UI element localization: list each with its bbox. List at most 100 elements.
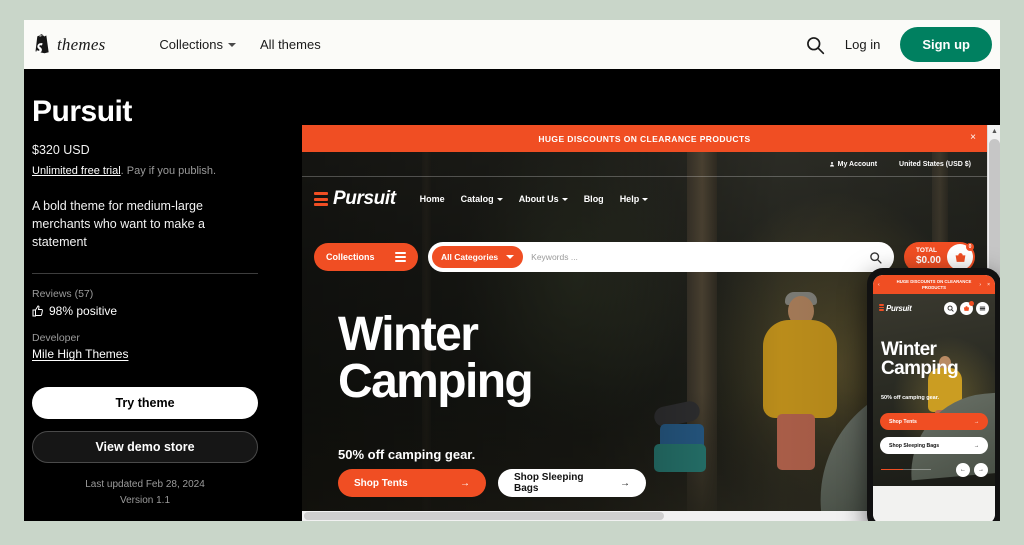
mobile-shop-tents-button[interactable]: Shop Tents →: [880, 413, 988, 430]
mobile-announcement-text: HUGE DISCOUNTS ON CLEARANCE PRODUCTS: [896, 278, 972, 290]
chevron-down-icon: [642, 197, 649, 201]
category-select[interactable]: All Categories: [432, 246, 524, 268]
search-icon[interactable]: [869, 251, 882, 264]
scroll-up-arrow-icon[interactable]: ▲: [988, 125, 1000, 138]
developer-name[interactable]: Mile High Themes: [32, 347, 270, 361]
view-demo-store-button[interactable]: View demo store: [32, 431, 258, 464]
nav-item-collections[interactable]: Collections: [159, 37, 237, 52]
arrow-right-icon: →: [460, 477, 470, 489]
store-nav-blog[interactable]: Blog: [584, 194, 604, 204]
try-theme-button[interactable]: Try theme: [32, 387, 258, 420]
shop-sleeping-bags-button[interactable]: Shop Sleeping Bags →: [498, 469, 646, 497]
trial-note: Unlimited free trial. Pay if you publish…: [32, 165, 270, 177]
search-icon[interactable]: [944, 301, 957, 315]
theme-price: $320 USD: [32, 143, 90, 157]
developer-block: Developer Mile High Themes: [32, 332, 270, 361]
version-text: Version 1.1: [119, 495, 171, 507]
announcement-bar: HUGE DISCOUNTS ON CLEARANCE PRODUCTS ×: [302, 125, 987, 152]
hero-cta-row: Shop Tents → Shop Sleeping Bags →: [338, 469, 646, 497]
store-nav-catalog[interactable]: Catalog: [461, 194, 503, 204]
close-icon[interactable]: ×: [987, 282, 990, 288]
arrow-right-icon: →: [620, 477, 630, 489]
store-nav: Pursuit Home Catalog About Us Blog Help: [302, 178, 987, 220]
logo-bars-icon: [314, 192, 328, 206]
cart-icon[interactable]: [960, 300, 974, 315]
nav-item-all-themes[interactable]: All themes: [260, 37, 321, 52]
rating-row: 98% positive: [32, 304, 270, 318]
header-actions: Log in Sign up: [805, 27, 992, 62]
cart-count-badge: [969, 300, 974, 306]
mobile-icon-row: [944, 300, 989, 315]
my-account-label: My Account: [837, 160, 878, 168]
gear-decoration: [654, 444, 706, 472]
free-trial-link[interactable]: Unlimited free trial: [32, 165, 121, 177]
logo-bars-icon: [879, 304, 884, 312]
locale-selector[interactable]: United States (USD $): [899, 161, 971, 168]
store-logo[interactable]: Pursuit: [314, 188, 396, 210]
carousel-next-icon[interactable]: ›: [979, 282, 981, 288]
horizontal-scrollbar-thumb[interactable]: [304, 512, 664, 520]
chevron-down-icon: [506, 255, 515, 259]
mobile-screen: ‹ HUGE DISCOUNTS ON CLEARANCE PRODUCTS ›…: [873, 275, 995, 521]
store-nav-home[interactable]: Home: [420, 194, 445, 204]
shop-sleeping-bags-label: Shop Sleeping Bags: [514, 472, 584, 494]
mobile-store-nav: Pursuit: [873, 294, 995, 322]
store-nav-help[interactable]: Help: [620, 194, 649, 204]
hero-subtitle: 50% off camping gear.: [338, 447, 476, 463]
store-brand-name: Pursuit: [333, 188, 396, 209]
gear-decoration: [660, 424, 704, 450]
last-updated-text: Last updated Feb 28, 2024: [85, 479, 205, 491]
shopify-themes-logo[interactable]: themes: [32, 34, 105, 55]
carousel-controls: ← →: [956, 463, 988, 477]
mobile-hero: Pursuit Winter Camping 50% off camping g…: [873, 294, 995, 486]
menu-icon[interactable]: [976, 301, 989, 315]
chevron-down-icon: [561, 197, 568, 201]
search-input[interactable]: Keywords ...: [531, 252, 861, 262]
hero-title-line2: Camping: [338, 354, 534, 408]
reviews-label[interactable]: Reviews (57): [32, 288, 270, 300]
developer-label: Developer: [32, 332, 80, 345]
collections-button[interactable]: Collections: [314, 243, 418, 271]
mobile-hero-title-line1: Winter: [881, 339, 937, 360]
store-nav-about[interactable]: About Us: [519, 194, 568, 204]
carousel-prev-button[interactable]: ←: [956, 463, 970, 477]
cart-total-label: TOTAL: [915, 247, 938, 255]
chevron-down-icon: [228, 42, 237, 47]
cart-button[interactable]: 0: [947, 243, 974, 270]
carousel-next-button[interactable]: →: [974, 463, 988, 477]
login-link[interactable]: Log in: [845, 37, 880, 52]
nav-item-collections-label: Collections: [159, 37, 224, 52]
mobile-shop-sleeping-bags-button[interactable]: Shop Sleeping Bags →: [880, 437, 988, 454]
shopping-basket-icon: [955, 252, 965, 262]
mobile-hero-title-line2: Camping: [881, 358, 959, 379]
theme-meta-footer: Last updated Feb 28, 2024 Version 1.1: [32, 477, 258, 509]
store-search-row: Collections All Categories Keywords ...: [314, 242, 975, 272]
thumbs-up-icon: [32, 305, 43, 317]
carousel-progress-bar: [881, 468, 931, 470]
signup-button[interactable]: Sign up: [900, 27, 992, 62]
shop-tents-button[interactable]: Shop Tents →: [338, 469, 486, 497]
header-nav: Collections All themes: [159, 37, 320, 52]
theme-description: A bold theme for medium-large merchants …: [32, 199, 205, 250]
hero-title-line1: Winter: [338, 308, 479, 361]
mobile-store-brand-name: Pursuit: [886, 303, 912, 313]
user-icon: [829, 162, 834, 167]
mobile-shop-tents-label: Shop Tents: [889, 418, 917, 425]
rating-text: 98% positive: [49, 304, 118, 319]
shopify-bag-icon: [35, 34, 49, 54]
search-icon[interactable]: [805, 35, 825, 55]
nav-item-all-themes-label: All themes: [260, 37, 321, 52]
hero-copy: Winter Camping 50% off camping gear.: [338, 308, 534, 463]
arrow-right-icon: →: [973, 418, 979, 425]
gear-decoration: [652, 399, 702, 429]
close-icon[interactable]: ×: [970, 133, 976, 143]
carousel-prev-icon[interactable]: ‹: [878, 282, 880, 288]
mobile-store-logo[interactable]: Pursuit: [879, 303, 912, 313]
theme-detail-page: themes Collections All themes Log in Sig…: [24, 20, 1000, 521]
cart-total-value: $0.00: [915, 255, 941, 267]
cart-count-badge: 0: [966, 243, 974, 251]
trial-note-rest: . Pay if you publish.: [120, 165, 217, 177]
my-account-link[interactable]: My Account: [829, 161, 877, 168]
announcement-text: HUGE DISCOUNTS ON CLEARANCE PRODUCTS: [538, 133, 751, 144]
theme-info-panel: Pursuit $320 USD Unlimited free trial. P…: [24, 69, 278, 521]
